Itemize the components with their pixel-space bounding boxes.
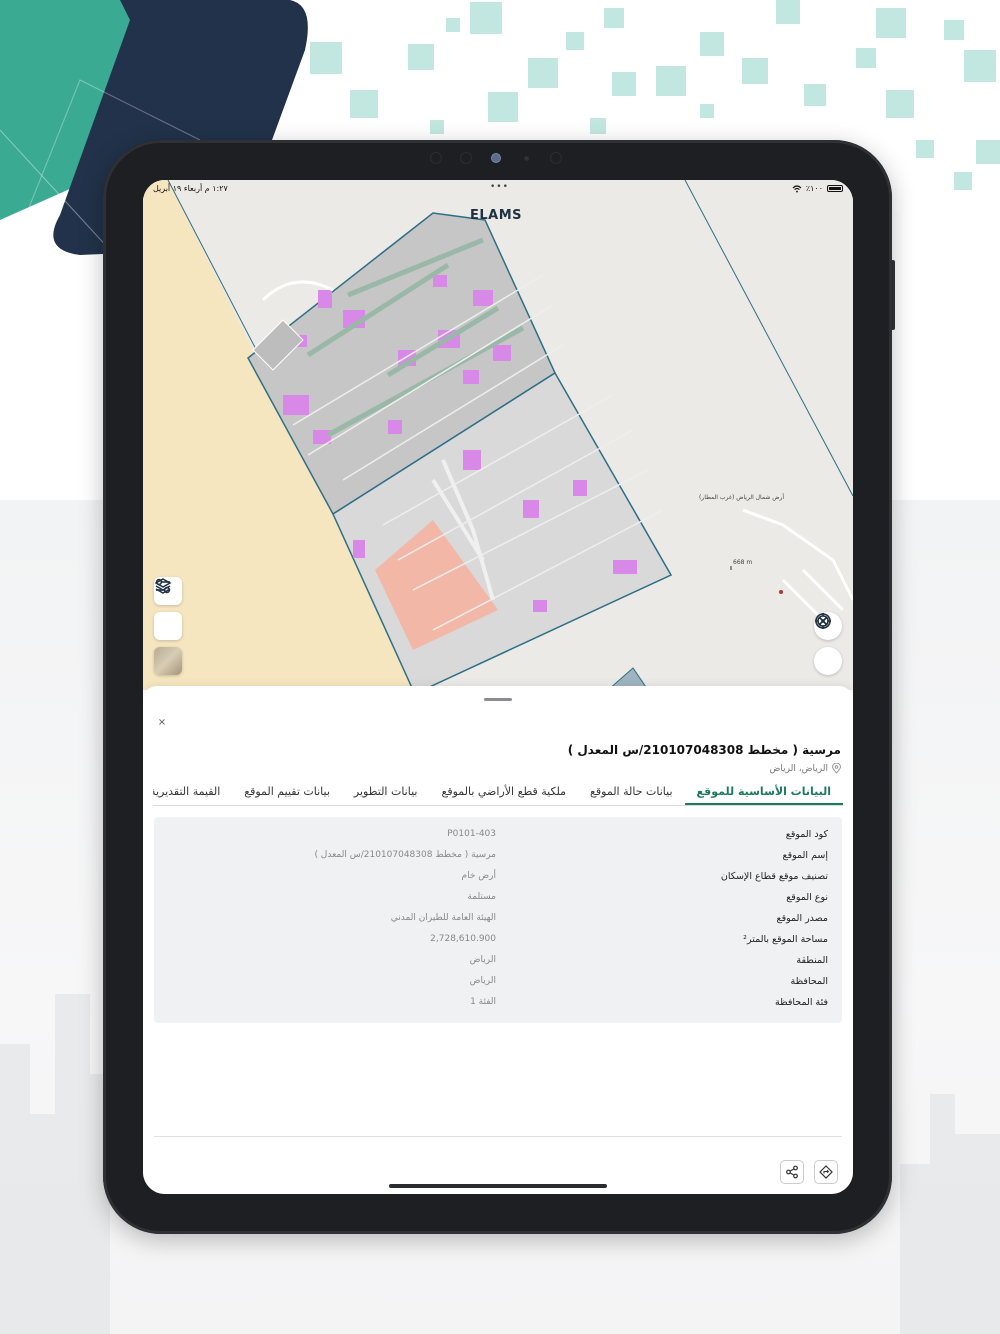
info-value: 2,728,610.900 (430, 934, 496, 944)
info-row: تصنيف موقع قطاع الإسكان أرض خام (154, 867, 842, 888)
close-button[interactable]: × (155, 716, 169, 730)
site-title: مرسية ( مخطط 210107048308/س المعدل ) (567, 743, 841, 757)
battery-icon (827, 185, 843, 192)
close-icon: × (157, 717, 167, 728)
basic-data-card: كود الموقع P0101-403 إسم الموقع مرسية ( … (154, 817, 842, 1023)
info-label: مساحة الموقع بالمتر² (743, 934, 828, 945)
basemap-thumbnail[interactable] (154, 647, 182, 675)
battery-percent: ٪١٠٠ (805, 184, 823, 193)
camera-row (103, 152, 892, 166)
sensor-icon (524, 156, 529, 161)
sensor-icon (460, 152, 472, 164)
location-pin-icon (832, 763, 841, 774)
map-tools (154, 577, 182, 682)
info-value: الرياض (469, 976, 496, 986)
info-label: نوع الموقع (786, 892, 828, 903)
share-icon (786, 1165, 798, 1179)
info-value: مستلمة (467, 892, 496, 902)
site-location-text: الرياض، الرياض (769, 763, 828, 774)
status-time: ١:٢٧ م أربعاء ١٩ أبريل (153, 184, 228, 193)
site-location: الرياض، الرياض (770, 763, 841, 774)
info-label: مصدر الموقع (776, 913, 828, 924)
map-area-label: أرض شمال الرياض (غرب المطار) (699, 494, 785, 501)
share-button[interactable] (780, 1160, 804, 1184)
info-row: كود الموقع P0101-403 (154, 825, 842, 846)
details-tabs: البيانات الأساسية للموقع بيانات حالة الم… (153, 782, 843, 806)
info-row: المنطقة الرياض (154, 951, 842, 972)
app-logo: ELAMS (470, 208, 523, 223)
info-value: مرسية ( مخطط 210107048308/س المعدل ) (314, 850, 496, 860)
tablet-side-button (891, 260, 895, 330)
info-label: المحافظة (790, 976, 828, 987)
locate-icon (815, 613, 831, 629)
info-value: أرض خام (461, 871, 496, 881)
sensor-icon (430, 152, 442, 164)
map-distance-label: 668 m (733, 559, 753, 566)
info-label: فئة المحافظة (774, 997, 828, 1008)
info-row: نوع الموقع مستلمة (154, 888, 842, 909)
directions-button[interactable] (814, 1160, 838, 1184)
info-row: مصدر الموقع الهيئة العامة للطيران المدني (154, 909, 842, 930)
map-view[interactable]: ELAMS أرض شمال الرياض (غرب المطار) 668 m (143, 180, 853, 690)
tab-estimated-value[interactable]: القيمة التقديرية (153, 782, 232, 805)
camera-icon (491, 153, 501, 163)
footer-divider (154, 1136, 842, 1137)
status-right: ٪١٠٠ (792, 184, 843, 193)
multitask-dots[interactable]: ••• (490, 182, 509, 192)
sheet-drag-handle[interactable] (484, 698, 512, 701)
info-value: الفئة 1 (470, 997, 496, 1007)
layers-button[interactable] (154, 578, 182, 640)
info-row: فئة المحافظة الفئة 1 (154, 993, 842, 1014)
info-row: مساحة الموقع بالمتر² 2,728,610.900 (154, 930, 842, 951)
wifi-icon (792, 184, 802, 192)
directions-icon (819, 1165, 833, 1179)
info-row: إسم الموقع مرسية ( مخطط 210107048308/س ا… (154, 846, 842, 867)
info-value: P0101-403 (447, 829, 496, 839)
tab-land-ownership[interactable]: ملكية قطع الأراضي بالموقع (429, 782, 578, 805)
map-canvas[interactable] (143, 180, 853, 690)
locate-button[interactable] (814, 613, 842, 675)
home-indicator[interactable] (389, 1184, 607, 1188)
tab-site-evaluation[interactable]: بيانات تقييم الموقع (232, 782, 342, 805)
info-label: المنطقة (796, 955, 828, 966)
layers-icon (154, 578, 172, 594)
map-right-controls (814, 612, 842, 682)
details-bottom-sheet: × مرسية ( مخطط 210107048308/س المعدل ) ا… (143, 686, 853, 1194)
sensor-icon (550, 152, 562, 164)
status-bar: ١:٢٧ م أربعاء ١٩ أبريل ••• ٪١٠٠ (143, 180, 853, 196)
info-label: كود الموقع (785, 829, 828, 840)
app-screen: ١:٢٧ م أربعاء ١٩ أبريل ••• ٪١٠٠ ELAMS أر… (143, 180, 853, 1194)
info-row: المحافظة الرياض (154, 972, 842, 993)
info-value: الرياض (469, 955, 496, 965)
tab-basic-data[interactable]: البيانات الأساسية للموقع (684, 782, 843, 805)
info-label: إسم الموقع (782, 850, 828, 861)
info-value: الهيئة العامة للطيران المدني (390, 913, 496, 923)
info-label: تصنيف موقع قطاع الإسكان (720, 871, 828, 882)
tab-site-status[interactable]: بيانات حالة الموقع (578, 782, 684, 805)
tab-development[interactable]: بيانات التطوير (342, 782, 430, 805)
